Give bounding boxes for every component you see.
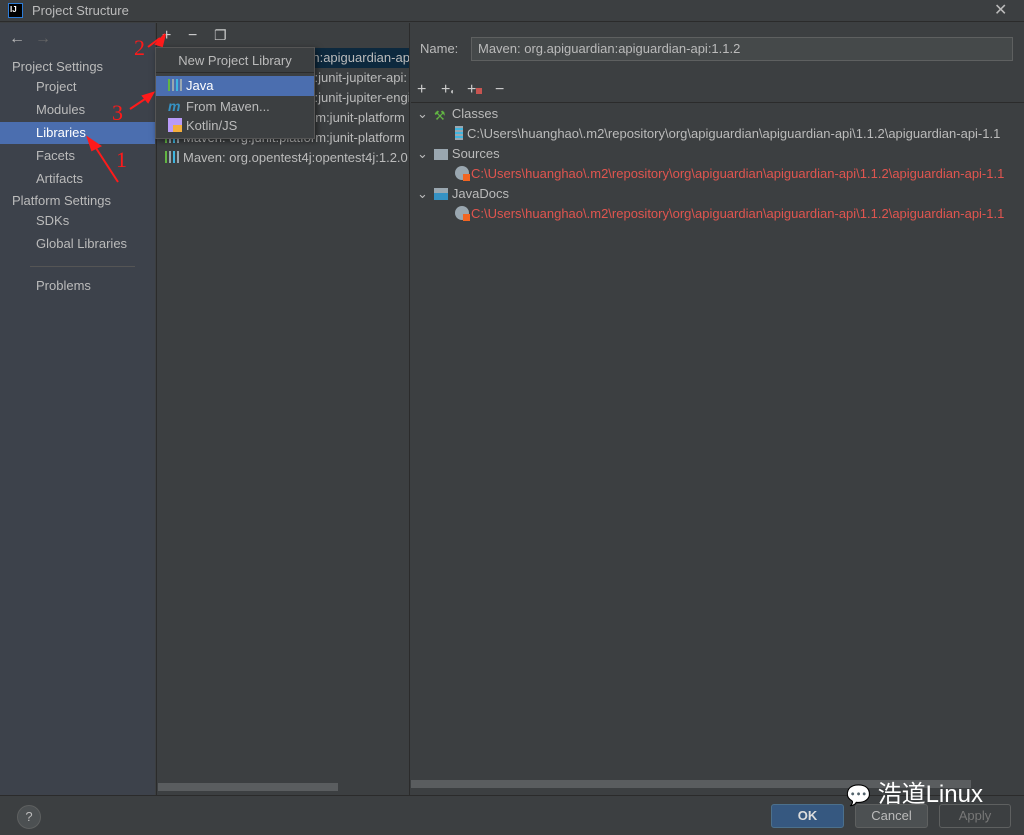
annotation-arrowhead-1	[86, 135, 102, 152]
close-icon[interactable]: ✕	[994, 0, 1007, 20]
annotation-number-3: 3	[112, 100, 123, 125]
jar-icon	[455, 126, 463, 140]
annotation-number-1: 1	[116, 147, 127, 172]
annotation-arrow-1	[93, 144, 119, 183]
ok-button[interactable]: OK	[771, 804, 844, 828]
sidebar-divider	[30, 266, 135, 267]
tree-leaf-sources-path[interactable]: C:\Users\huanghao\.m2\repository\org\api…	[455, 164, 1004, 184]
library-roots-tree: ⌄ ⚒ Classes C:\Users\huanghao\.m2\reposito…	[411, 102, 1024, 782]
tree-leaf-classes-path[interactable]: C:\Users\huanghao\.m2\repository\org\api…	[455, 124, 1000, 144]
missing-file-icon	[455, 166, 470, 181]
tree-node-javadocs[interactable]: ⌄ JavaDocs	[417, 184, 509, 204]
list-horizontal-scrollbar[interactable]	[158, 783, 338, 791]
missing-file-icon	[455, 206, 470, 221]
watermark: 💬 浩道Linux	[846, 781, 983, 808]
tree-node-classes[interactable]: ⌄ ⚒ Classes	[417, 104, 498, 124]
annotation-number-2: 2	[134, 35, 145, 60]
javadoc-folder-icon	[433, 188, 448, 200]
sidebar-item-sdks[interactable]: SDKs	[0, 210, 155, 232]
attach-url-icon[interactable]: +◐	[441, 81, 455, 99]
hammer-icon: ⚒	[433, 108, 446, 123]
help-button[interactable]: ?	[17, 805, 41, 829]
tree-node-sources[interactable]: ⌄ Sources	[417, 144, 500, 164]
source-folder-icon	[433, 149, 448, 160]
sidebar-item-problems[interactable]: Problems	[0, 275, 155, 297]
remove-root-icon[interactable]: −	[495, 81, 504, 99]
name-label: Name:	[420, 41, 459, 56]
sidebar-item-global-libraries[interactable]: Global Libraries	[0, 233, 155, 255]
annotation-layer: 1 2 3	[86, 33, 166, 183]
tree-leaf-javadocs-path[interactable]: C:\Users\huanghao\.m2\repository\org\api…	[455, 204, 1004, 224]
wechat-icon: 💬	[846, 785, 871, 807]
name-input[interactable]: Maven: org.apiguardian:apiguardian-api:1…	[471, 37, 1013, 61]
annotation-arrowhead-3	[141, 91, 156, 104]
exclude-icon[interactable]: +	[467, 81, 483, 99]
